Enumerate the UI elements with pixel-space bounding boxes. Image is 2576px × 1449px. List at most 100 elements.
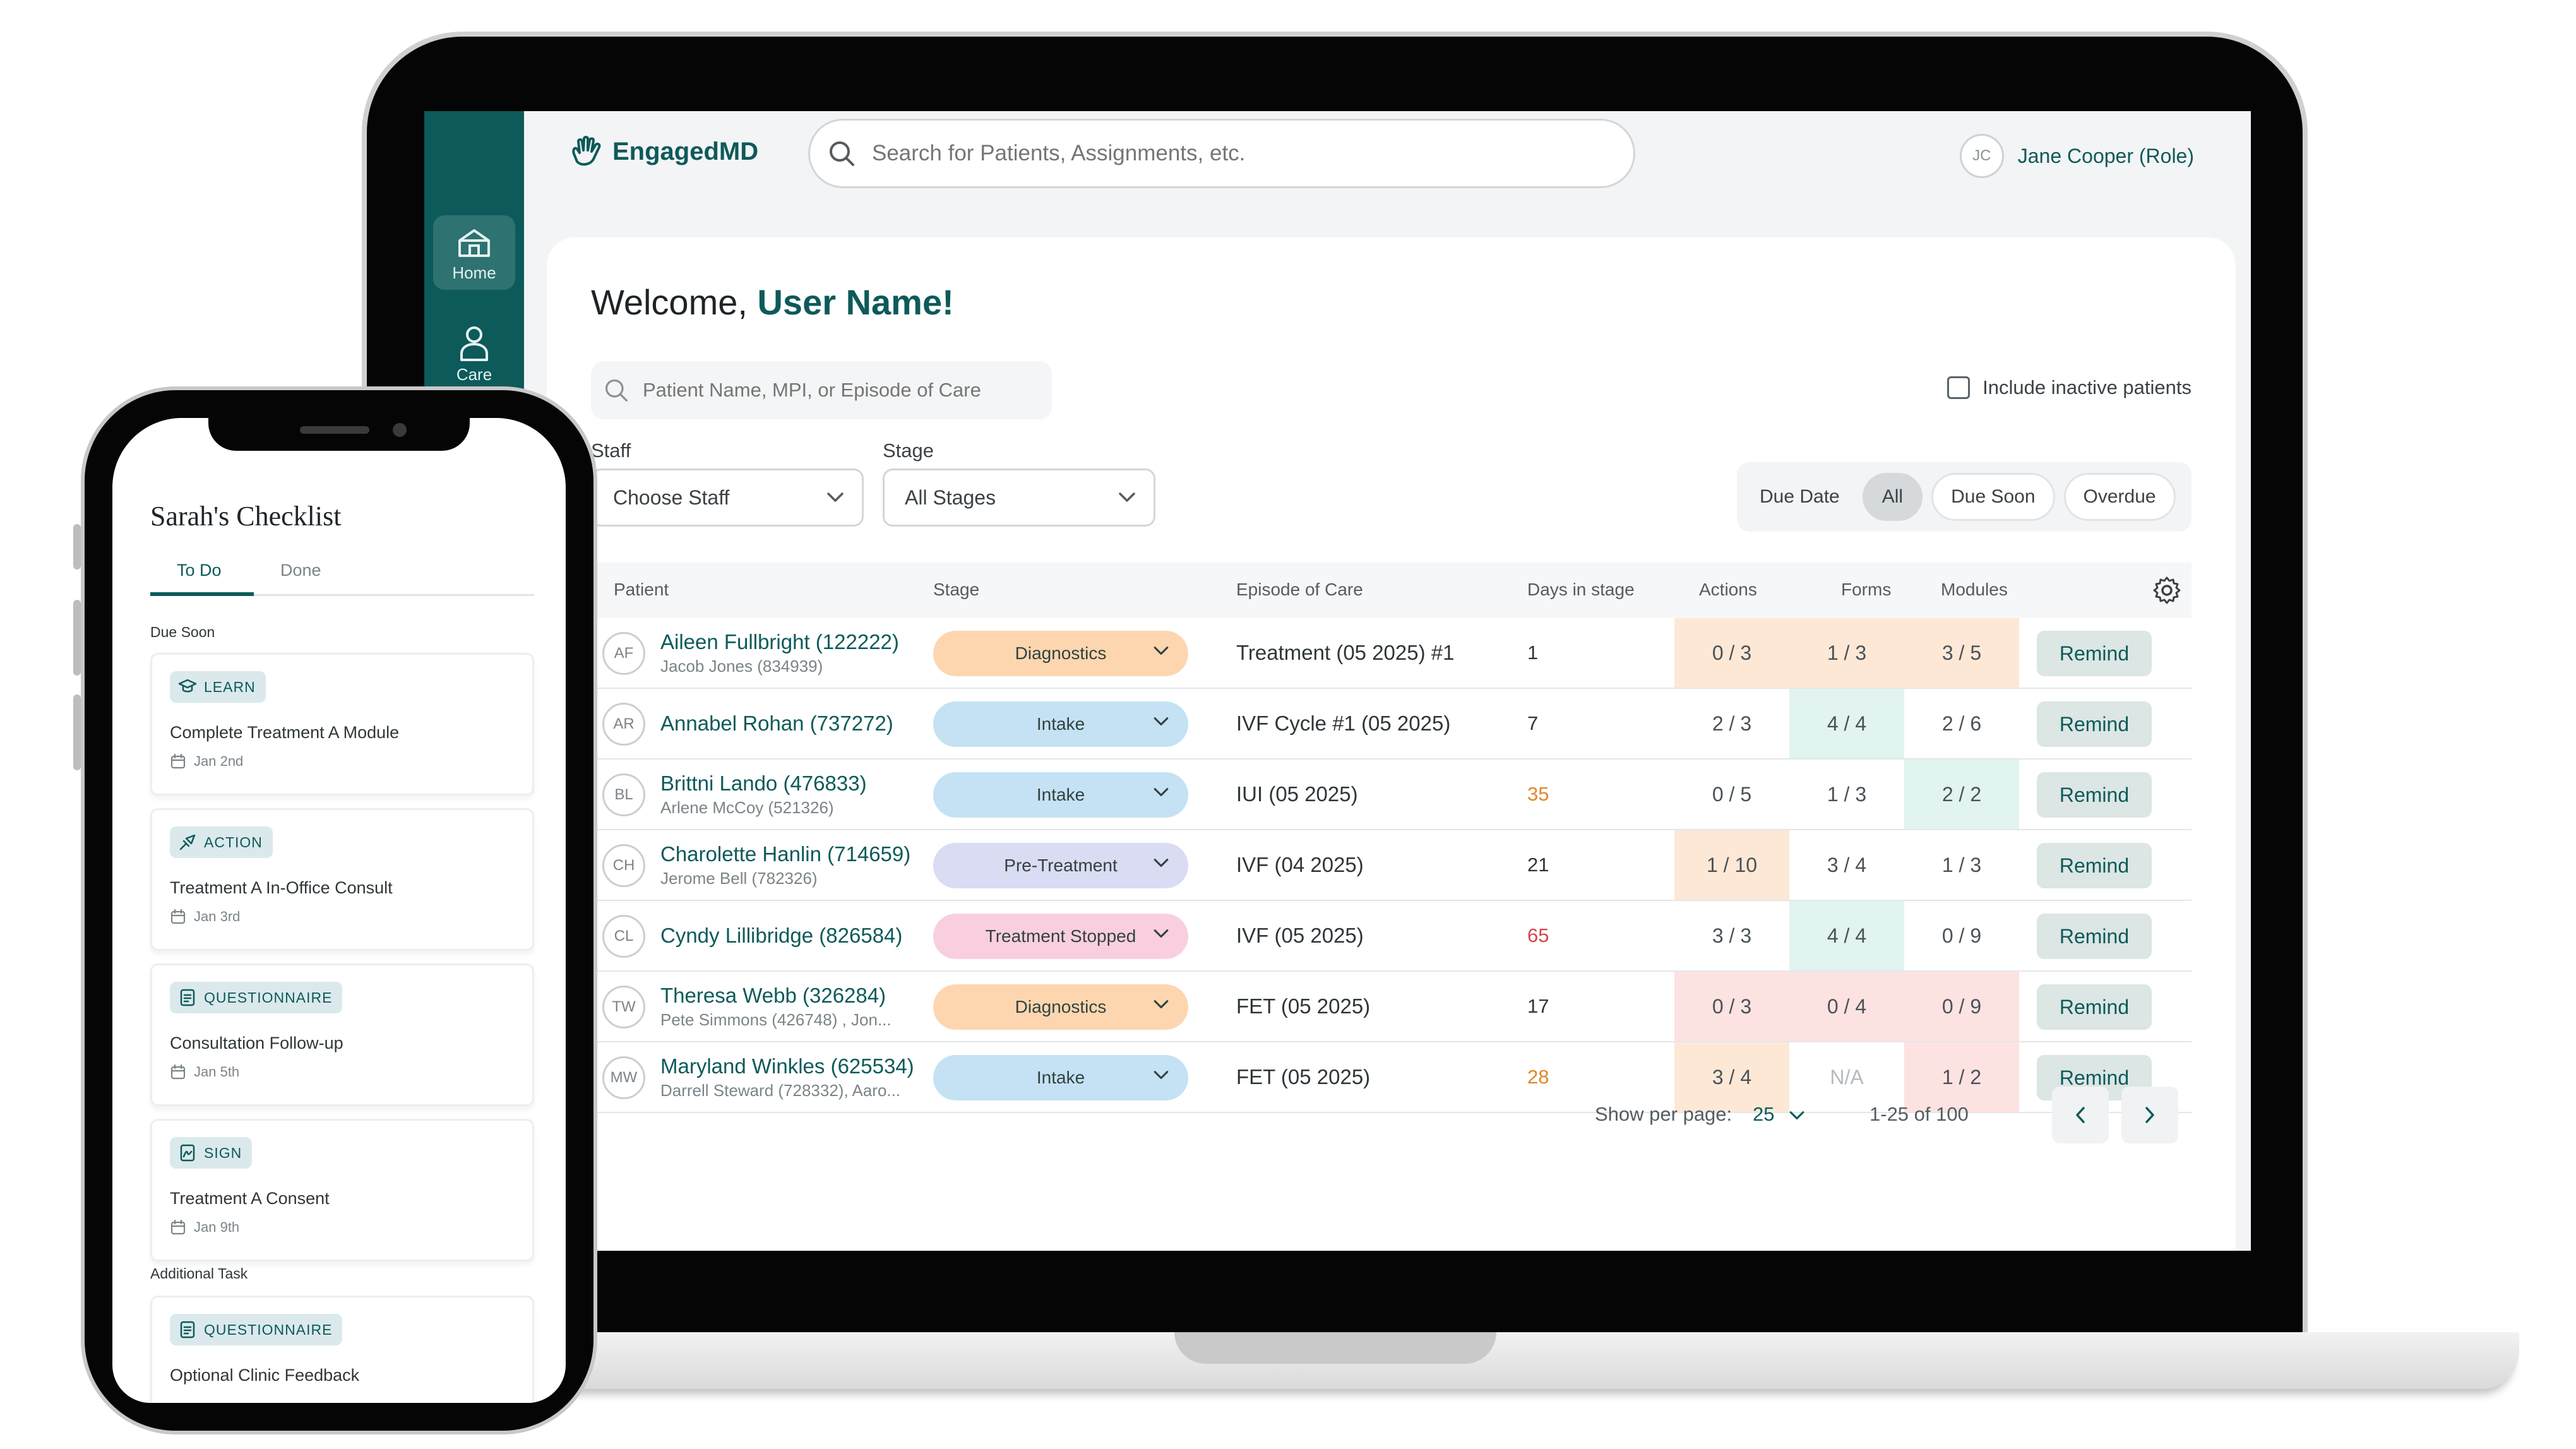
task-card[interactable]: QUESTIONNAIRE Consultation Follow-up Jan 5… <box>150 963 534 1106</box>
show-per-page-label: Show per page: <box>1595 1103 1732 1125</box>
remind-button[interactable]: Remind <box>2037 843 2152 888</box>
days-in-stage: 7 <box>1527 712 1539 734</box>
include-inactive-checkbox[interactable] <box>1947 376 1971 399</box>
actions-count: 3 / 3 <box>1674 901 1789 970</box>
due-date-filter: Due Date All Due Soon Overdue <box>1737 462 2191 532</box>
partner-name: Jerome Bell (782326) <box>660 868 818 888</box>
stage-dropdown[interactable]: Intake <box>933 701 1188 747</box>
tab-to-do[interactable]: To Do <box>177 561 222 580</box>
actions-count: 0 / 3 <box>1674 972 1789 1041</box>
hand-logo-icon <box>572 136 601 166</box>
next-page-button[interactable] <box>2121 1087 2178 1143</box>
table-row[interactable]: TW Theresa Webb (326284) Pete Simmons (426… <box>591 972 2191 1042</box>
col-stage[interactable]: Stage <box>933 580 979 600</box>
user-menu[interactable]: JC Jane Cooper (Role) <box>1959 134 2194 178</box>
stage-dropdown[interactable]: Intake <box>933 772 1188 818</box>
stage-dropdown[interactable]: Diagnostics <box>933 631 1188 676</box>
stage-dropdown[interactable]: Intake <box>933 1055 1188 1100</box>
patient-name-link[interactable]: Cyndy Lillibridge (826584) <box>660 924 902 948</box>
episode-of-care: Treatment (05 2025) #1 <box>1236 641 1455 664</box>
global-search-input[interactable] <box>871 140 1597 167</box>
col-episode[interactable]: Episode of Care <box>1236 580 1363 600</box>
patient-avatar: AR <box>602 703 645 746</box>
patient-avatar: TW <box>602 986 645 1029</box>
phone-side-button <box>73 600 81 676</box>
due-date-label: Due Date <box>1760 486 1840 507</box>
stage-dropdown[interactable]: Treatment Stopped <box>933 914 1188 959</box>
task-card[interactable]: ACTION Treatment A In-Office Consult Jan 3… <box>150 808 534 951</box>
remind-button[interactable]: Remind <box>2037 984 2152 1030</box>
due-filter-all[interactable]: All <box>1862 473 1923 521</box>
patient-search-input[interactable] <box>641 378 1020 402</box>
prev-page-button[interactable] <box>2052 1087 2109 1143</box>
table-row[interactable]: CL Cyndy Lillibridge (826584) Treatment St… <box>591 901 2191 972</box>
laptop-notch <box>1174 1332 1496 1364</box>
modules-count: 2 / 2 <box>1904 760 2019 829</box>
per-page-select[interactable]: 25 <box>1753 1103 1805 1126</box>
table-row[interactable]: CH Charolette Hanlin (714659) Jerome Bell … <box>591 830 2191 901</box>
stage-select-value: All Stages <box>905 486 996 509</box>
col-patient[interactable]: Patient <box>614 580 669 600</box>
task-type-label: ACTION <box>204 833 263 850</box>
checklist-title: Sarah's Checklist <box>150 501 342 532</box>
table-row[interactable]: BL Brittni Lando (476833) Arlene McCoy (52… <box>591 760 2191 830</box>
actions-count: 1 / 10 <box>1674 830 1789 900</box>
task-date-text: Jan 2nd <box>194 753 244 769</box>
col-actions[interactable]: Actions <box>1699 580 1757 600</box>
task-card[interactable]: QUESTIONNAIRE Optional Clinic Feedback <box>150 1296 534 1403</box>
section-due-soon: Due Soon <box>150 624 215 640</box>
patient-name-link[interactable]: Annabel Rohan (737272) <box>660 712 893 736</box>
settings-gear-icon[interactable] <box>2152 575 2182 605</box>
patient-search[interactable] <box>591 361 1052 419</box>
logo[interactable]: EngagedMD <box>568 134 758 169</box>
modules-count: 3 / 5 <box>1904 618 2019 688</box>
global-search[interactable] <box>808 119 1635 188</box>
stage-value: Intake <box>1036 1068 1085 1087</box>
col-days[interactable]: Days in stage <box>1527 580 1635 600</box>
patient-name-link[interactable]: Charolette Hanlin (714659) <box>660 842 910 866</box>
stage-select[interactable]: All Stages <box>883 468 1155 527</box>
task-type-badge: SIGN <box>170 1137 253 1169</box>
include-inactive-toggle[interactable]: Include inactive patients <box>1947 376 2191 399</box>
due-filter-due-soon[interactable]: Due Soon <box>1931 473 2055 521</box>
due-filter-overdue[interactable]: Overdue <box>2063 473 2176 521</box>
patient-name-link[interactable]: Maryland Winkles (625534) <box>660 1054 914 1078</box>
stage-dropdown[interactable]: Pre-Treatment <box>933 843 1188 888</box>
task-due-date: Jan 3rd <box>170 909 240 925</box>
patient-cell: Theresa Webb (326284) Pete Simmons (42674… <box>660 972 891 1041</box>
partner-name: Arlene McCoy (521326) <box>660 797 834 817</box>
remind-button[interactable]: Remind <box>2037 772 2152 818</box>
patient-name-link[interactable]: Brittni Lando (476833) <box>660 772 867 796</box>
table-body: AF Aileen Fullbright (122222) Jacob Jones … <box>591 618 2191 1113</box>
sidebar-item-care[interactable]: Care <box>433 313 515 388</box>
sidebar-item-home[interactable]: Home <box>433 215 515 290</box>
stage-label: Stage <box>883 439 934 462</box>
patient-name-link[interactable]: Theresa Webb (326284) <box>660 984 886 1008</box>
page-title: Welcome, User Name! <box>591 282 954 323</box>
remind-button[interactable]: Remind <box>2037 631 2152 676</box>
remind-button[interactable]: Remind <box>2037 914 2152 959</box>
task-card[interactable]: LEARN Complete Treatment A Module Jan 2nd <box>150 653 534 796</box>
stage-value: Intake <box>1036 785 1085 804</box>
days-in-stage: 17 <box>1527 995 1549 1017</box>
chevron-down-icon <box>1119 492 1135 502</box>
task-type-label: LEARN <box>204 678 256 695</box>
home-icon <box>458 229 490 257</box>
staff-select[interactable]: Choose Staff <box>591 468 864 527</box>
stage-dropdown[interactable]: Diagnostics <box>933 984 1188 1030</box>
col-modules[interactable]: Modules <box>1941 580 2008 600</box>
modules-count: 1 / 3 <box>1904 830 2019 900</box>
remind-button[interactable]: Remind <box>2037 701 2152 747</box>
col-forms[interactable]: Forms <box>1841 580 1891 600</box>
table-row[interactable]: AF Aileen Fullbright (122222) Jacob Jones … <box>591 618 2191 689</box>
table-row[interactable]: AR Annabel Rohan (737272) Intake IVF Cycle … <box>591 689 2191 760</box>
patient-avatar: CL <box>602 915 645 958</box>
patient-name-link[interactable]: Aileen Fullbright (122222) <box>660 630 899 654</box>
task-date-text: Jan 3rd <box>194 909 241 924</box>
tab-done[interactable]: Done <box>280 561 321 580</box>
person-icon <box>460 326 488 361</box>
task-type-label: SIGN <box>204 1144 242 1161</box>
task-card[interactable]: SIGN Treatment A Consent Jan 9th <box>150 1119 534 1261</box>
staff-select-value: Choose Staff <box>613 486 730 509</box>
graduation-cap-icon <box>178 679 197 693</box>
